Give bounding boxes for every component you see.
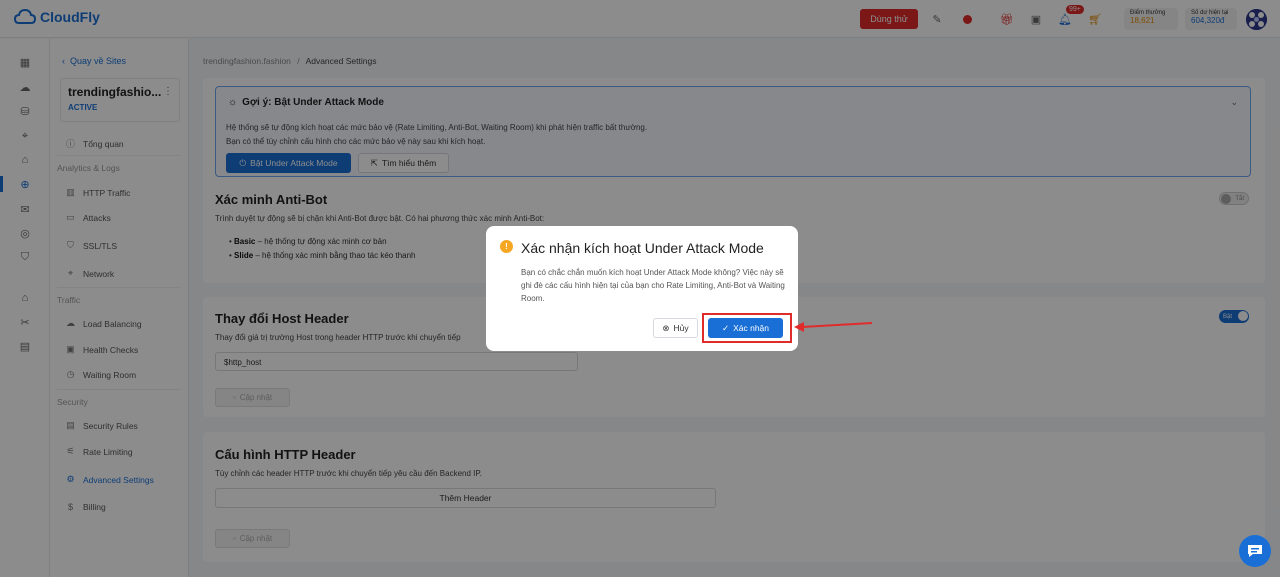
modal-body: Bạn có chắc chắn muốn kích hoạt Under At… [521, 268, 785, 303]
confirm-highlight-box [702, 313, 792, 343]
chat-icon [1248, 545, 1262, 557]
warning-icon: ! [500, 240, 513, 253]
modal-title: Xác nhận kích hoạt Under Attack Mode [521, 240, 764, 256]
cancel-label: Hủy [673, 323, 689, 333]
close-circle-icon: ⊗ [662, 322, 670, 333]
cancel-button[interactable]: ⊗ Hủy [653, 318, 698, 338]
chat-support-button[interactable] [1239, 535, 1271, 567]
pointer-arrow-icon [794, 322, 873, 332]
